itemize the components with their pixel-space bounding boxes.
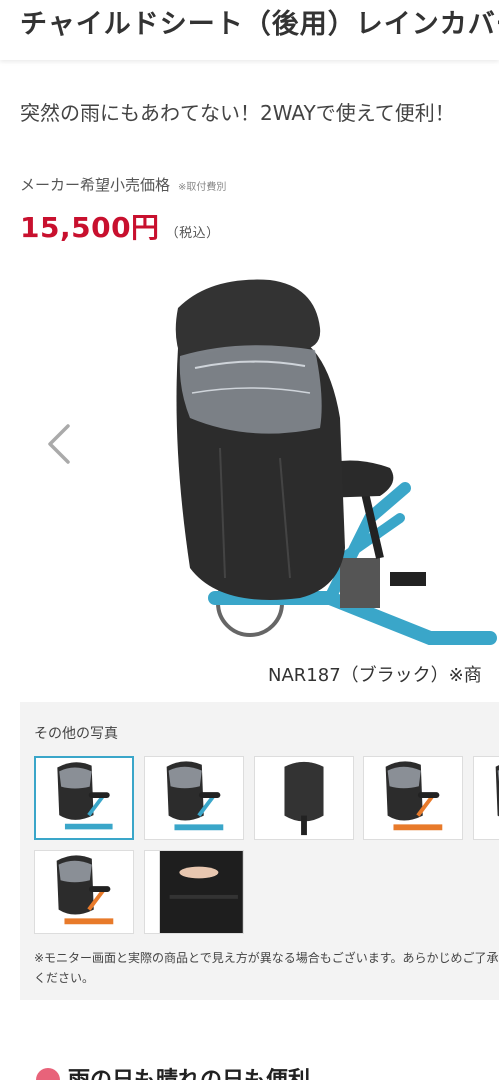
thumbnail-image (166, 761, 224, 831)
gallery-prev-button[interactable] (44, 422, 76, 466)
gallery-thumbnail[interactable] (34, 850, 134, 934)
price-row: 15,500円 （税込） (20, 206, 220, 246)
page-title: チャイルドシート（後用）レインカバー (20, 9, 499, 40)
price-value: 15,500円 (20, 211, 160, 244)
section-heading-text: 雨の日も晴れの日も便利 (68, 1068, 310, 1080)
gallery-thumbnail[interactable] (34, 756, 134, 840)
thumbnail-image (57, 762, 113, 830)
tax-label: （税込） (165, 226, 220, 241)
price-label-row: メーカー希望小売価格 ※取付費別 (20, 174, 226, 195)
gallery-thumbnail[interactable] (144, 850, 244, 934)
gallery-thumbnail[interactable] (363, 756, 463, 840)
gallery-note: ※モニター画面と実際の商品とで見え方が異なる場合もございます。あらかじめご了承く… (34, 951, 499, 985)
thumbnail-image (56, 855, 114, 925)
product-main-image[interactable] (100, 268, 499, 654)
thumbnail-image (495, 765, 499, 817)
price-label: メーカー希望小売価格 (20, 176, 171, 194)
thumbnail-image (284, 761, 324, 836)
gallery-title: その他の写真 (34, 726, 118, 742)
header: チャイルドシート（後用）レインカバー (0, 0, 499, 60)
heading-bullet-icon (36, 1068, 60, 1080)
other-photos-section: その他の写真 ※モニター画面と実際の商品とで見え方が異なる場合もございます。あら… (20, 702, 499, 1000)
thumbnail-image (385, 761, 443, 831)
chevron-left-icon (48, 424, 70, 464)
gallery-thumbnail[interactable] (473, 756, 499, 840)
gallery-thumbnail[interactable] (254, 756, 354, 840)
section-heading: 雨の日も晴れの日も便利 (36, 1062, 310, 1080)
gallery-thumbnail[interactable] (144, 756, 244, 840)
product-illustration (175, 279, 497, 645)
image-caption: NAR187（ブラック）※商 (268, 665, 482, 686)
thumbnail-image (159, 851, 243, 933)
catchphrase: 突然の雨にもあわてない！2WAYで使えて便利！ (20, 101, 455, 125)
price-note: ※取付費別 (178, 182, 227, 193)
